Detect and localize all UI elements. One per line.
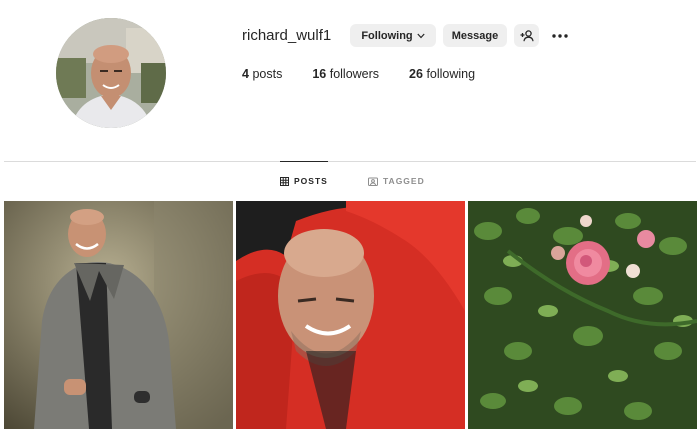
following-link[interactable]: 26 following <box>409 67 475 81</box>
tab-tagged-label: TAGGED <box>383 176 425 186</box>
message-button[interactable]: Message <box>443 24 507 47</box>
following-button-label: Following <box>361 29 413 42</box>
message-button-label: Message <box>451 29 499 42</box>
tab-posts-label: POSTS <box>294 176 328 186</box>
grid-icon <box>280 176 289 186</box>
tab-posts[interactable]: POSTS <box>280 161 328 201</box>
following-button[interactable]: Following <box>350 24 436 47</box>
posts-label: posts <box>252 67 283 81</box>
post-tile-3[interactable] <box>468 201 697 429</box>
post-photo-red-hoodie <box>236 201 465 429</box>
profile-stats: 4 posts 16 followers 26 following <box>242 67 505 81</box>
post-tile-1[interactable] <box>4 201 233 429</box>
posts-count: 4 <box>242 67 249 81</box>
tagged-icon <box>368 177 378 186</box>
posts-count-stat: 4 posts <box>242 67 282 81</box>
followers-link[interactable]: 16 followers <box>312 67 379 81</box>
post-tile-2[interactable] <box>236 201 465 429</box>
suggest-people-button[interactable] <box>514 24 539 47</box>
more-horizontal-icon <box>552 34 568 38</box>
add-person-icon <box>520 29 534 42</box>
avatar-photo <box>56 18 166 128</box>
following-label: following <box>426 67 476 81</box>
followers-label: followers <box>329 67 380 81</box>
tab-tagged[interactable]: TAGGED <box>368 161 425 201</box>
followers-count: 16 <box>312 67 327 81</box>
following-count: 26 <box>409 67 423 81</box>
profile-username: richard_wulf1 <box>242 27 332 44</box>
profile-avatar[interactable] <box>56 18 166 128</box>
post-photo-coat <box>4 201 233 429</box>
more-options-button[interactable] <box>550 26 570 46</box>
chevron-down-icon <box>417 33 425 39</box>
post-photo-roses <box>468 201 697 429</box>
tabs-divider <box>4 161 696 162</box>
